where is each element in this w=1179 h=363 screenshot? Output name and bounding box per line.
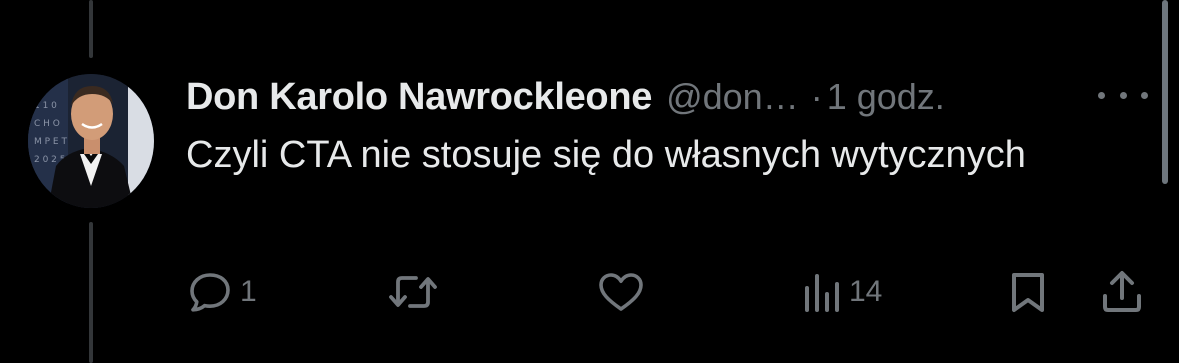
bookmark-icon (1012, 273, 1044, 312)
tweet-header: Don Karolo Nawrockleone @don… · 1 godz. (186, 72, 945, 122)
avatar-photo: 1 1 0 C H O M P E T 2 0 2 5 (28, 74, 154, 208)
avatar[interactable]: 1 1 0 C H O M P E T 2 0 2 5 (28, 74, 154, 208)
reply-icon (190, 273, 230, 312)
more-options-button[interactable] (1098, 80, 1148, 110)
svg-text:M P E T: M P E T (34, 137, 67, 147)
author-display-name[interactable]: Don Karolo Nawrockleone (186, 76, 652, 119)
scrollbar[interactable] (1162, 0, 1168, 184)
share-button[interactable] (1099, 264, 1145, 320)
like-button[interactable] (596, 264, 652, 320)
views-chart-icon (805, 274, 839, 312)
reply-button[interactable]: 1 (186, 264, 257, 320)
views-button[interactable]: 14 (801, 264, 882, 320)
svg-text:1 1 0: 1 1 0 (34, 101, 57, 111)
svg-text:C H O: C H O (34, 119, 60, 129)
author-handle[interactable]: @don… (666, 76, 799, 118)
thread-connector-top (89, 0, 93, 58)
thread-connector-bottom (89, 222, 93, 363)
header-separator: · (810, 76, 823, 117)
tweet-text: Czyli CTA nie stosuje się do własnych wy… (186, 134, 1026, 176)
views-count: 14 (849, 275, 883, 308)
heart-icon (599, 273, 643, 311)
retweet-button[interactable] (386, 264, 446, 320)
tweet-timestamp[interactable]: 1 godz. (827, 76, 945, 118)
more-horizontal-icon (1098, 91, 1105, 99)
retweet-icon (389, 276, 437, 308)
bookmark-button[interactable] (1006, 264, 1050, 320)
reply-count: 1 (240, 275, 257, 308)
share-icon (1103, 271, 1141, 312)
